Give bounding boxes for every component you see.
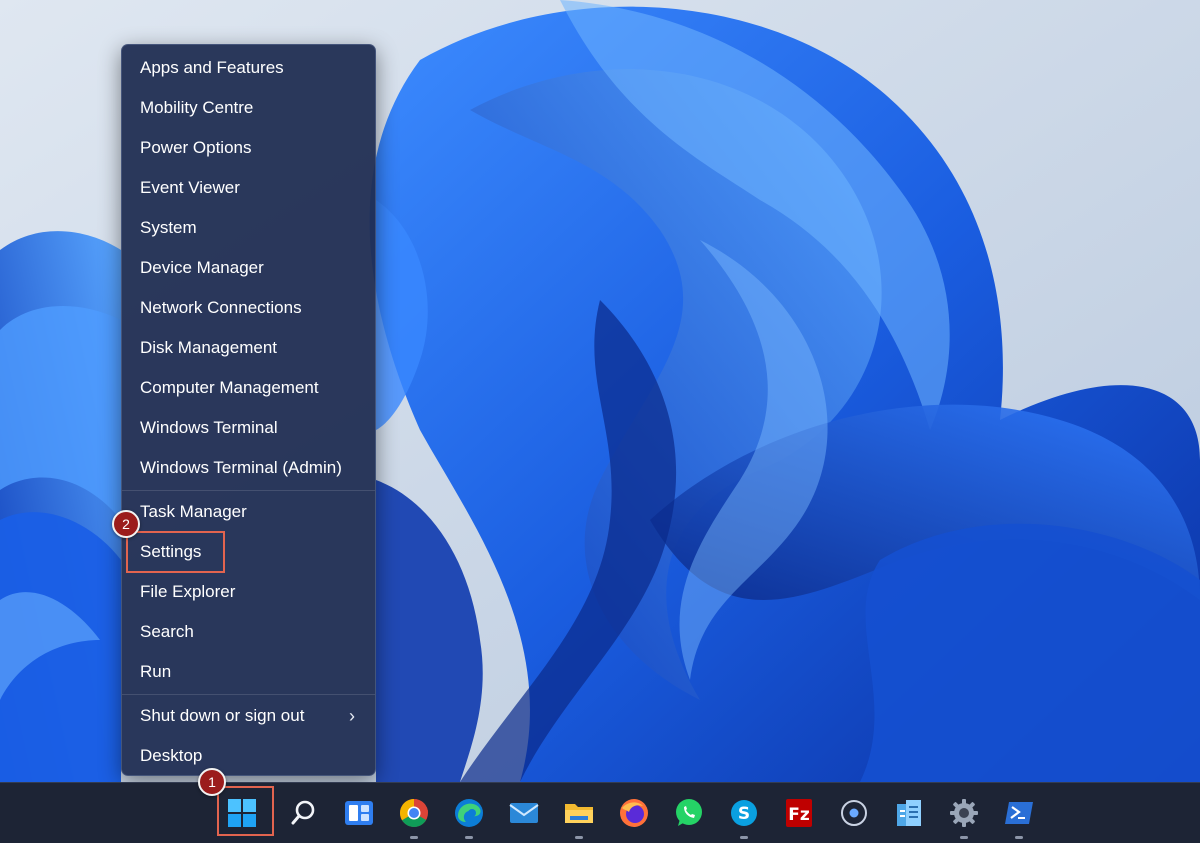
taskbar: S Fz <box>0 782 1200 843</box>
settings-highlight-box <box>126 531 225 573</box>
taskbar-file-explorer-button[interactable] <box>560 794 598 839</box>
widgets-icon <box>345 801 373 825</box>
menu-item-network-connections[interactable]: Network Connections <box>122 291 375 325</box>
taskbar-edge-button[interactable] <box>450 794 488 839</box>
taskbar-whatsapp-button[interactable] <box>670 794 708 832</box>
menu-item-search[interactable]: Search <box>122 615 375 649</box>
running-indicator <box>410 836 418 839</box>
firefox-icon <box>620 799 648 827</box>
taskbar-chrome-button[interactable] <box>395 794 433 839</box>
chrome-icon <box>400 799 428 827</box>
running-indicator <box>1015 836 1023 839</box>
menu-item-shut-down-or-sign-out[interactable]: Shut down or sign out › <box>122 699 375 733</box>
winx-context-menu: Apps and Features Mobility Centre Power … <box>121 44 376 776</box>
powershell-icon <box>1005 802 1033 824</box>
taskbar-skype-button[interactable]: S <box>725 794 763 839</box>
menu-item-run[interactable]: Run <box>122 655 375 689</box>
running-indicator <box>465 836 473 839</box>
menu-item-device-manager[interactable]: Device Manager <box>122 251 375 285</box>
circle-app-icon <box>841 800 867 826</box>
running-indicator <box>575 836 583 839</box>
file-explorer-icon <box>565 804 593 823</box>
menu-item-system[interactable]: System <box>122 211 375 245</box>
taskbar-mail-button[interactable] <box>505 794 543 832</box>
skype-icon: S <box>731 800 757 826</box>
taskbar-settings-button[interactable] <box>945 794 983 839</box>
menu-separator <box>122 490 375 491</box>
svg-text:S: S <box>738 804 750 824</box>
taskbar-filezilla-button[interactable]: Fz <box>780 794 818 832</box>
taskbar-widgets-button[interactable] <box>340 794 378 832</box>
running-indicator <box>960 836 968 839</box>
shut-down-label: Shut down or sign out <box>140 706 305 725</box>
menu-item-windows-terminal-admin[interactable]: Windows Terminal (Admin) <box>122 451 375 485</box>
taskbar-server-app-button[interactable] <box>890 794 928 832</box>
menu-item-task-manager[interactable]: Task Manager <box>122 495 375 529</box>
server-app-icon <box>897 800 921 826</box>
menu-item-apps-and-features[interactable]: Apps and Features <box>122 51 375 85</box>
menu-item-file-explorer[interactable]: File Explorer <box>122 575 375 609</box>
menu-item-windows-terminal[interactable]: Windows Terminal <box>122 411 375 445</box>
chevron-right-icon: › <box>349 706 355 726</box>
menu-item-computer-management[interactable]: Computer Management <box>122 371 375 405</box>
whatsapp-icon <box>676 799 702 826</box>
start-button-highlight-box <box>217 786 274 836</box>
menu-item-mobility-centre[interactable]: Mobility Centre <box>122 91 375 125</box>
menu-separator <box>122 694 375 695</box>
menu-item-desktop[interactable]: Desktop <box>122 739 375 773</box>
filezilla-icon: Fz <box>786 799 812 827</box>
taskbar-circle-app-button[interactable] <box>835 794 873 832</box>
taskbar-search-button[interactable] <box>285 794 323 832</box>
menu-item-power-options[interactable]: Power Options <box>122 131 375 165</box>
menu-item-disk-management[interactable]: Disk Management <box>122 331 375 365</box>
taskbar-powershell-button[interactable] <box>1000 794 1038 839</box>
svg-text:Fz: Fz <box>788 805 810 825</box>
taskbar-firefox-button[interactable] <box>615 794 653 832</box>
menu-item-event-viewer[interactable]: Event Viewer <box>122 171 375 205</box>
settings-icon <box>950 799 978 827</box>
step-2-badge: 2 <box>112 510 140 538</box>
search-icon <box>291 800 315 825</box>
step-1-badge: 1 <box>198 768 226 796</box>
edge-icon <box>455 799 483 827</box>
mail-icon <box>509 803 539 823</box>
running-indicator <box>740 836 748 839</box>
